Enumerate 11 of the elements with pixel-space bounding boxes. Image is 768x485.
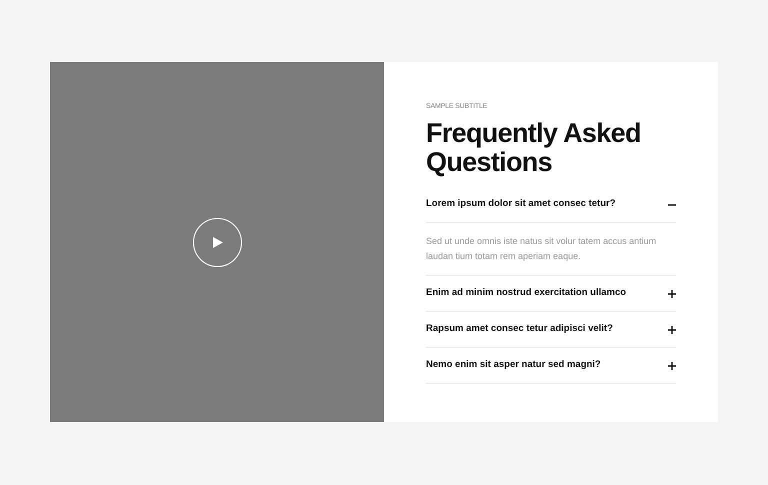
plus-icon — [668, 326, 676, 334]
faq-question[interactable]: Rapsum amet consec tetur adipisci velit? — [426, 312, 676, 347]
plus-icon — [668, 362, 676, 370]
faq-question[interactable]: Enim ad minim nostrud exercitation ullamco — [426, 276, 676, 311]
play-button[interactable] — [192, 218, 242, 266]
faq-question[interactable]: Lorem ipsum dolor sit amet consec tetur? — [426, 187, 676, 222]
heading: Frequently Asked Questions — [426, 119, 642, 177]
plus-icon — [668, 290, 676, 298]
play-icon — [213, 236, 223, 248]
faq-question[interactable]: Nemo enim sit asper natur sed magni? — [426, 348, 676, 383]
faq-answer: Sed ut unde omnis iste natus sit volur tatem accus antium laudan tium totam rem aperiam eaque. — [426, 235, 658, 263]
